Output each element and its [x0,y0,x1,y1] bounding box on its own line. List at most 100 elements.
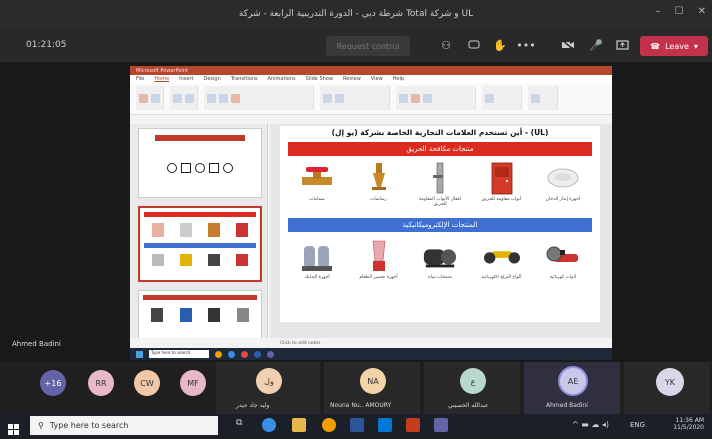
bullets-icon[interactable] [335,93,344,103]
tab-animations[interactable]: Animations [268,76,296,82]
app-icon[interactable] [378,418,392,432]
sprinkler-icon [361,160,397,196]
participant-tile[interactable]: MF [176,362,216,414]
participant-tile[interactable]: +16 [38,362,78,414]
slide-thumbnails [130,124,268,340]
tab-file[interactable]: File [136,76,144,82]
request-control-button[interactable]: Request control [326,36,410,56]
windows-start-icon[interactable] [8,420,19,435]
maximize-button[interactable]: ☐ [675,6,684,17]
slide-thumbnail[interactable] [138,128,262,198]
slides-group [170,86,198,110]
font-group [204,86,314,110]
minimize-button[interactable]: – [656,6,661,17]
participant-name: Nouna Nu.. AMOURY [330,402,392,409]
participant-name: Ahmed Badini [546,402,588,409]
valve-icon [299,160,335,196]
avatar: RR [88,370,114,396]
edge-icon[interactable] [262,418,276,432]
ribbon-tabs: File Home Insert Design Transitions Anim… [130,75,612,83]
tab-view[interactable]: View [371,76,383,82]
thumb-logos [139,163,261,173]
quick-styles-icon[interactable] [423,93,432,103]
tab-home[interactable]: Home [154,76,169,82]
pump-icon [422,238,458,274]
request-control-label: Request control [336,41,400,51]
phone-icon: ☎ [650,41,661,51]
slide-thumbnail-active[interactable] [138,206,262,282]
participant-tile[interactable]: CW [130,362,170,414]
word-icon[interactable] [350,418,364,432]
avatar: MF [180,370,206,396]
tab-help[interactable]: Help [393,76,404,82]
align-icon[interactable] [323,93,332,103]
teams-icon[interactable] [434,418,448,432]
product-sprinkler: رشاشات [354,160,404,208]
avatar: AE [558,366,588,396]
chrome-icon[interactable] [322,418,336,432]
font-color-icon[interactable] [231,93,240,103]
section-electro-title: المنتجات الإلكتروميكانيكية [402,221,478,229]
tray-icons[interactable]: ^ ▬ ☁ ◂) [572,420,609,429]
participant-name: ولید جاد حيدر [236,402,270,409]
chat-icon[interactable] [466,37,482,53]
participant-tile[interactable]: NA Nouna Nu.. AMOURY [324,362,420,414]
more-options-icon[interactable]: ••• [516,37,535,53]
product-pump: مضخات مياه [415,238,465,281]
mic-off-icon[interactable]: 🎤 [588,37,604,53]
thumb-header [155,135,245,141]
product-valve: صمامات [292,160,342,208]
massager-icon [299,238,335,274]
tab-insert[interactable]: Insert [179,76,193,82]
current-slide[interactable]: أين تستخدم العلامات التجارية الخاصة بشرك… [280,126,600,322]
design-ideas-icon[interactable] [531,93,540,103]
tab-design[interactable]: Design [203,76,220,82]
clock[interactable]: 11:36 AM 11/5/2020 [673,417,704,431]
blender-icon [361,238,397,274]
door-lock-icon [422,160,458,196]
find-icon[interactable] [485,93,494,103]
task-view-icon[interactable]: ⧉ [236,418,250,432]
app-icon [241,350,248,358]
tab-review[interactable]: Review [343,76,361,82]
bold-icon[interactable] [207,93,216,103]
search-icon: ⚲ [38,421,44,430]
powerpoint-icon[interactable] [406,418,420,432]
notes-bar[interactable]: Click to add notes [130,338,612,348]
participant-tile-active[interactable]: AE Ahmed Badini [524,362,620,414]
product-grinder: أدوات كهربائية [538,238,588,281]
tab-slideshow[interactable]: Slide Show [306,76,333,82]
close-button[interactable]: ✕ [698,6,706,17]
participant-tile[interactable]: ع عبدالله الحسيني [424,362,520,414]
product-massager: أجهزة التدليك [292,238,342,281]
avatar: ول [256,368,282,394]
new-slide-icon[interactable] [173,93,182,103]
taskbar-search-input[interactable]: ⚲ Type here to search [30,416,218,435]
grinder-icon [545,238,581,274]
raise-hand-icon[interactable]: ✋ [492,37,508,53]
slide-thumbnail[interactable] [138,290,262,340]
paste-icon[interactable] [139,93,148,103]
participants-strip: +16 RR CW MF ول ولید جاد حيدر NA Nouna N… [0,362,712,414]
clock-time: 11:36 AM [675,417,704,424]
app-icon [254,350,261,358]
language-indicator[interactable]: ENG [630,421,645,429]
arrange-icon[interactable] [411,93,420,103]
italic-icon[interactable] [219,93,228,103]
windows-taskbar: ⚲ Type here to search ⧉ ^ ▬ ☁ ◂) ENG 11:… [0,414,712,437]
file-explorer-icon[interactable] [292,418,306,432]
leave-button[interactable]: ☎ Leave ▾ [640,36,708,56]
share-screen-icon[interactable] [614,37,630,53]
app-icon [215,350,222,358]
layout-icon[interactable] [185,93,194,103]
people-icon[interactable]: ⚇ [438,37,454,53]
participant-tile[interactable]: RR [84,362,124,414]
cut-icon[interactable] [151,93,160,103]
tab-transitions[interactable]: Transitions [231,76,258,82]
camera-off-icon[interactable] [560,37,576,53]
participant-tile[interactable]: ول ولید جاد حيدر [216,362,320,414]
leave-label: Leave [665,41,689,51]
participant-tile[interactable]: YK [624,362,710,414]
shapes-icon[interactable] [399,93,408,103]
powerpoint-title: Microsoft PowerPoint [136,67,188,74]
